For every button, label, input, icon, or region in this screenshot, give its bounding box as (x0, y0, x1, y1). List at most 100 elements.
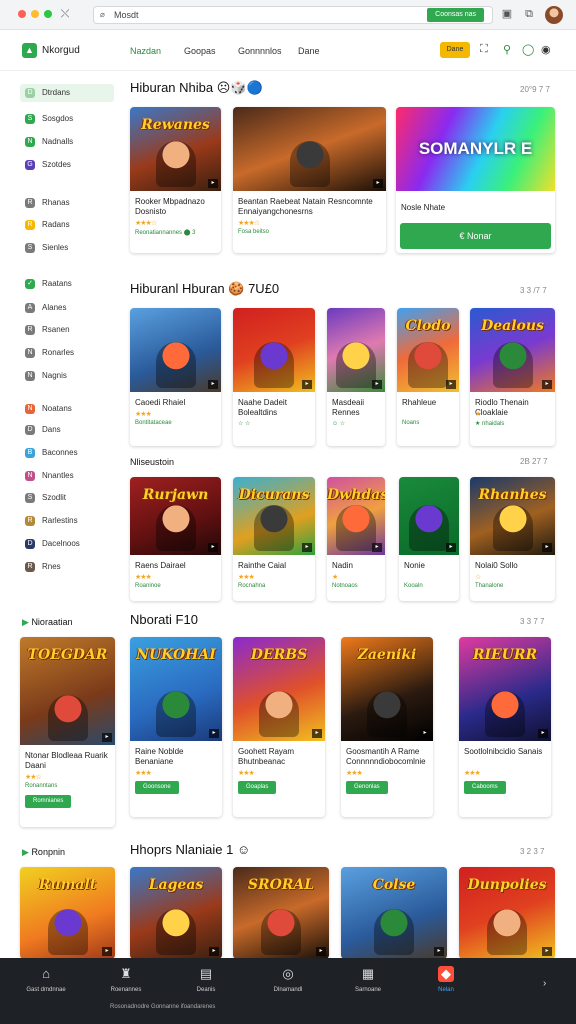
game-card[interactable]: Rewanes ▸ Rooker Mbpadnazo Dosnisto ★★★☆ Reo… (130, 107, 221, 253)
game-card[interactable]: NUKOHAI ▸ Raine Noblde Benaniane ★★★ Goonson… (130, 637, 222, 817)
card-thumbnail[interactable]: NUKOHAI ▸ (130, 637, 222, 741)
card-thumbnail[interactable]: Dealous ▸ (470, 308, 555, 392)
bottom-nav-item-1[interactable]: ⌂ Gast dmdnnae (16, 966, 76, 993)
nav-link-4[interactable]: Dane (298, 46, 320, 56)
game-card[interactable]: SRORAL ▸ (233, 867, 329, 959)
sidebar-item-19[interactable]: D Dacelnoos (20, 535, 114, 553)
sidebar-item-17[interactable]: S Szodlit (20, 489, 114, 507)
game-card[interactable]: TOEGDAR ▸ Ntonar Blodleaa Ruarik Daani ★★☆ R… (20, 637, 115, 827)
sidebar-item-14[interactable]: D Dans (20, 421, 114, 439)
card-thumbnail[interactable]: ▸ (233, 308, 315, 392)
card-thumbnail[interactable]: Rumalt ▸ (20, 867, 115, 959)
section-5-view-all[interactable]: 3 2 3 7 (520, 847, 544, 856)
sidebar-item-8[interactable]: ✓ Raatans (20, 275, 114, 293)
settings-icon[interactable]: ◉ (541, 43, 551, 56)
nav-link-3[interactable]: Gonnnnlos (238, 46, 282, 56)
card-action-button[interactable]: Cabooms (464, 781, 506, 794)
card-thumbnail[interactable]: Rurjawn ▸ (130, 477, 221, 555)
sidebar-item-13[interactable]: N Noatans (20, 400, 114, 418)
featured-card[interactable]: SOMANYLR E Nosle Nhate € Nonar (396, 107, 555, 253)
section-3-view-all[interactable]: 2B 27 7 (520, 457, 548, 466)
game-card[interactable]: ▸ Caoedi Rhaiel ★★★ Bontitataceae (130, 308, 221, 446)
sidebar-item-2[interactable]: S Sosgdos (20, 110, 114, 128)
sidebar-item-4[interactable]: G Szotdes (20, 156, 114, 174)
sidebar-item-11[interactable]: N Ronarles (20, 344, 114, 362)
sidebar-item-10[interactable]: R Rsanen (20, 321, 114, 339)
game-card[interactable]: Dicurans ▸ Rainthe Caial ★★★ Rocnahna (233, 477, 315, 601)
game-card[interactable]: ▸ Masdeaii Rennes ☺ ☆ (327, 308, 385, 446)
user-icon[interactable]: ◯ (522, 43, 534, 56)
game-card[interactable]: RIEURR ▸ Sootlolnibcidio Sanais ★★★ Cabooms (459, 637, 551, 817)
game-card[interactable]: Dealous ▸ Riodlo Thenain Cloaklaie ★ ★ nhaid… (470, 308, 555, 446)
card-action-button[interactable]: Genonlas (346, 781, 388, 794)
card-thumbnail[interactable]: Clodo ▸ (397, 308, 459, 392)
game-card[interactable]: Lageas ▸ (130, 867, 222, 959)
section-4-view-all[interactable]: 3 3 7 7 (520, 617, 544, 626)
card-action-button[interactable]: Goonsone (135, 781, 179, 794)
featured-banner[interactable]: SOMANYLR E (396, 107, 555, 191)
nav-link-1[interactable]: Nazdan (130, 46, 161, 56)
bottom-nav-item-4[interactable]: ◎ Dlnamandl (258, 966, 318, 993)
promo-button[interactable]: Dane (440, 42, 470, 58)
card-thumbnail[interactable]: SRORAL ▸ (233, 867, 329, 959)
sidebar-item-6[interactable]: R Radans (20, 216, 114, 234)
game-card[interactable]: Clodo ▸ Rhahleue Noans (397, 308, 459, 446)
card-thumbnail[interactable]: Dunpolies ▸ (459, 867, 555, 959)
game-card[interactable]: Rumalt ▸ (20, 867, 115, 959)
bottom-nav-item-3[interactable]: ▤ Deanis (176, 966, 236, 993)
card-thumbnail[interactable]: RIEURR ▸ (459, 637, 551, 741)
card-thumbnail[interactable]: ▸ (233, 107, 386, 191)
sidebar-item-1[interactable]: D Dtrdans (20, 84, 114, 102)
card-thumbnail[interactable]: Zaeniki ▸ (341, 637, 433, 741)
game-card[interactable]: ▸ Nonie Kooaln (399, 477, 459, 601)
game-card[interactable]: Dwhdas ▸ Nadin ★ Notnoaos (327, 477, 385, 601)
game-card[interactable]: Colse ▸ (341, 867, 447, 959)
sidebar-item-20[interactable]: R Rnes (20, 558, 114, 576)
game-card[interactable]: ▸ Beantan Raebeat Natain Resncomnte Ennai… (233, 107, 386, 253)
card-thumbnail[interactable]: Lageas ▸ (130, 867, 222, 959)
gift-icon[interactable]: ⛶ (480, 43, 488, 56)
sidebar-item-16[interactable]: N Nnantles (20, 467, 114, 485)
card-thumbnail[interactable]: Rewanes ▸ (130, 107, 221, 191)
sidebar-item-7[interactable]: S Sienles (20, 239, 114, 257)
section-1-view-all[interactable]: 20°9 7 7 (520, 85, 550, 94)
game-card[interactable]: ▸ Naahe Dadeit Bolealtdins ☆ ☆ (233, 308, 315, 446)
game-card[interactable]: Dunpolies ▸ (459, 867, 555, 959)
card-thumbnail[interactable]: ▸ (327, 308, 385, 392)
game-card[interactable]: Zaeniki ▸ Goosmantih A Rame Connnnndioboco… (341, 637, 433, 817)
search-icon[interactable]: ⚲ (503, 43, 511, 56)
card-thumbnail[interactable]: Dwhdas ▸ (327, 477, 385, 555)
bottom-nav-item-5[interactable]: ▦ Sarnoane (338, 966, 398, 993)
chevron-right-icon[interactable]: › (543, 978, 546, 989)
bottom-nav-item-2[interactable]: ♜ Roenannes (96, 966, 156, 993)
sidebar-item-9[interactable]: A Alanes (20, 299, 114, 317)
address-action-button[interactable]: Coonsas nas (427, 8, 484, 22)
card-thumbnail[interactable]: ▸ (399, 477, 459, 555)
profile-avatar[interactable] (545, 6, 563, 24)
card-action-button[interactable]: Romnianes (25, 795, 72, 808)
sidebar-item-3[interactable]: N Nadnalls (20, 133, 114, 151)
card-action-button[interactable]: Goaplas (238, 781, 277, 794)
card-thumbnail[interactable]: Colse ▸ (341, 867, 447, 959)
bottom-nav-item-6[interactable]: ◆ Nelan (416, 966, 476, 993)
maximize-window-button[interactable] (44, 10, 52, 18)
section-2-view-all[interactable]: 3 3 /7 7 (520, 286, 547, 295)
card-thumbnail[interactable]: Rhanhes ▸ (470, 477, 555, 555)
sidebar-item-5[interactable]: R Rhanas (20, 194, 114, 212)
card-thumbnail[interactable]: TOEGDAR ▸ (20, 637, 115, 745)
featured-action-button[interactable]: € Nonar (400, 223, 551, 249)
sidebar-item-18[interactable]: R Rarlestins (20, 512, 114, 530)
card-thumbnail[interactable]: DERBS ▸ (233, 637, 325, 741)
card-thumbnail[interactable]: ▸ (130, 308, 221, 392)
bookmark-icon[interactable]: ▣ (501, 8, 513, 20)
sidebar-item-12[interactable]: N Nagnis (20, 367, 114, 385)
close-window-button[interactable] (18, 10, 26, 18)
sidebar-item-15[interactable]: B Baconnes (20, 444, 114, 462)
minimize-window-button[interactable] (31, 10, 39, 18)
game-card[interactable]: Rhanhes ▸ Nolai0 Sollo ☆ Thanalone (470, 477, 555, 601)
game-card[interactable]: Rurjawn ▸ Raens Dairael ★★★ Roaninoe (130, 477, 221, 601)
game-card[interactable]: DERBS ▸ Goohett Rayam Bhutnbeanac ★★★ Goapla… (233, 637, 325, 817)
address-bar[interactable]: ⌀ Mosdt Coonsas nas (93, 6, 493, 24)
card-thumbnail[interactable]: Dicurans ▸ (233, 477, 315, 555)
downloads-icon[interactable]: ⧉ (523, 8, 535, 20)
